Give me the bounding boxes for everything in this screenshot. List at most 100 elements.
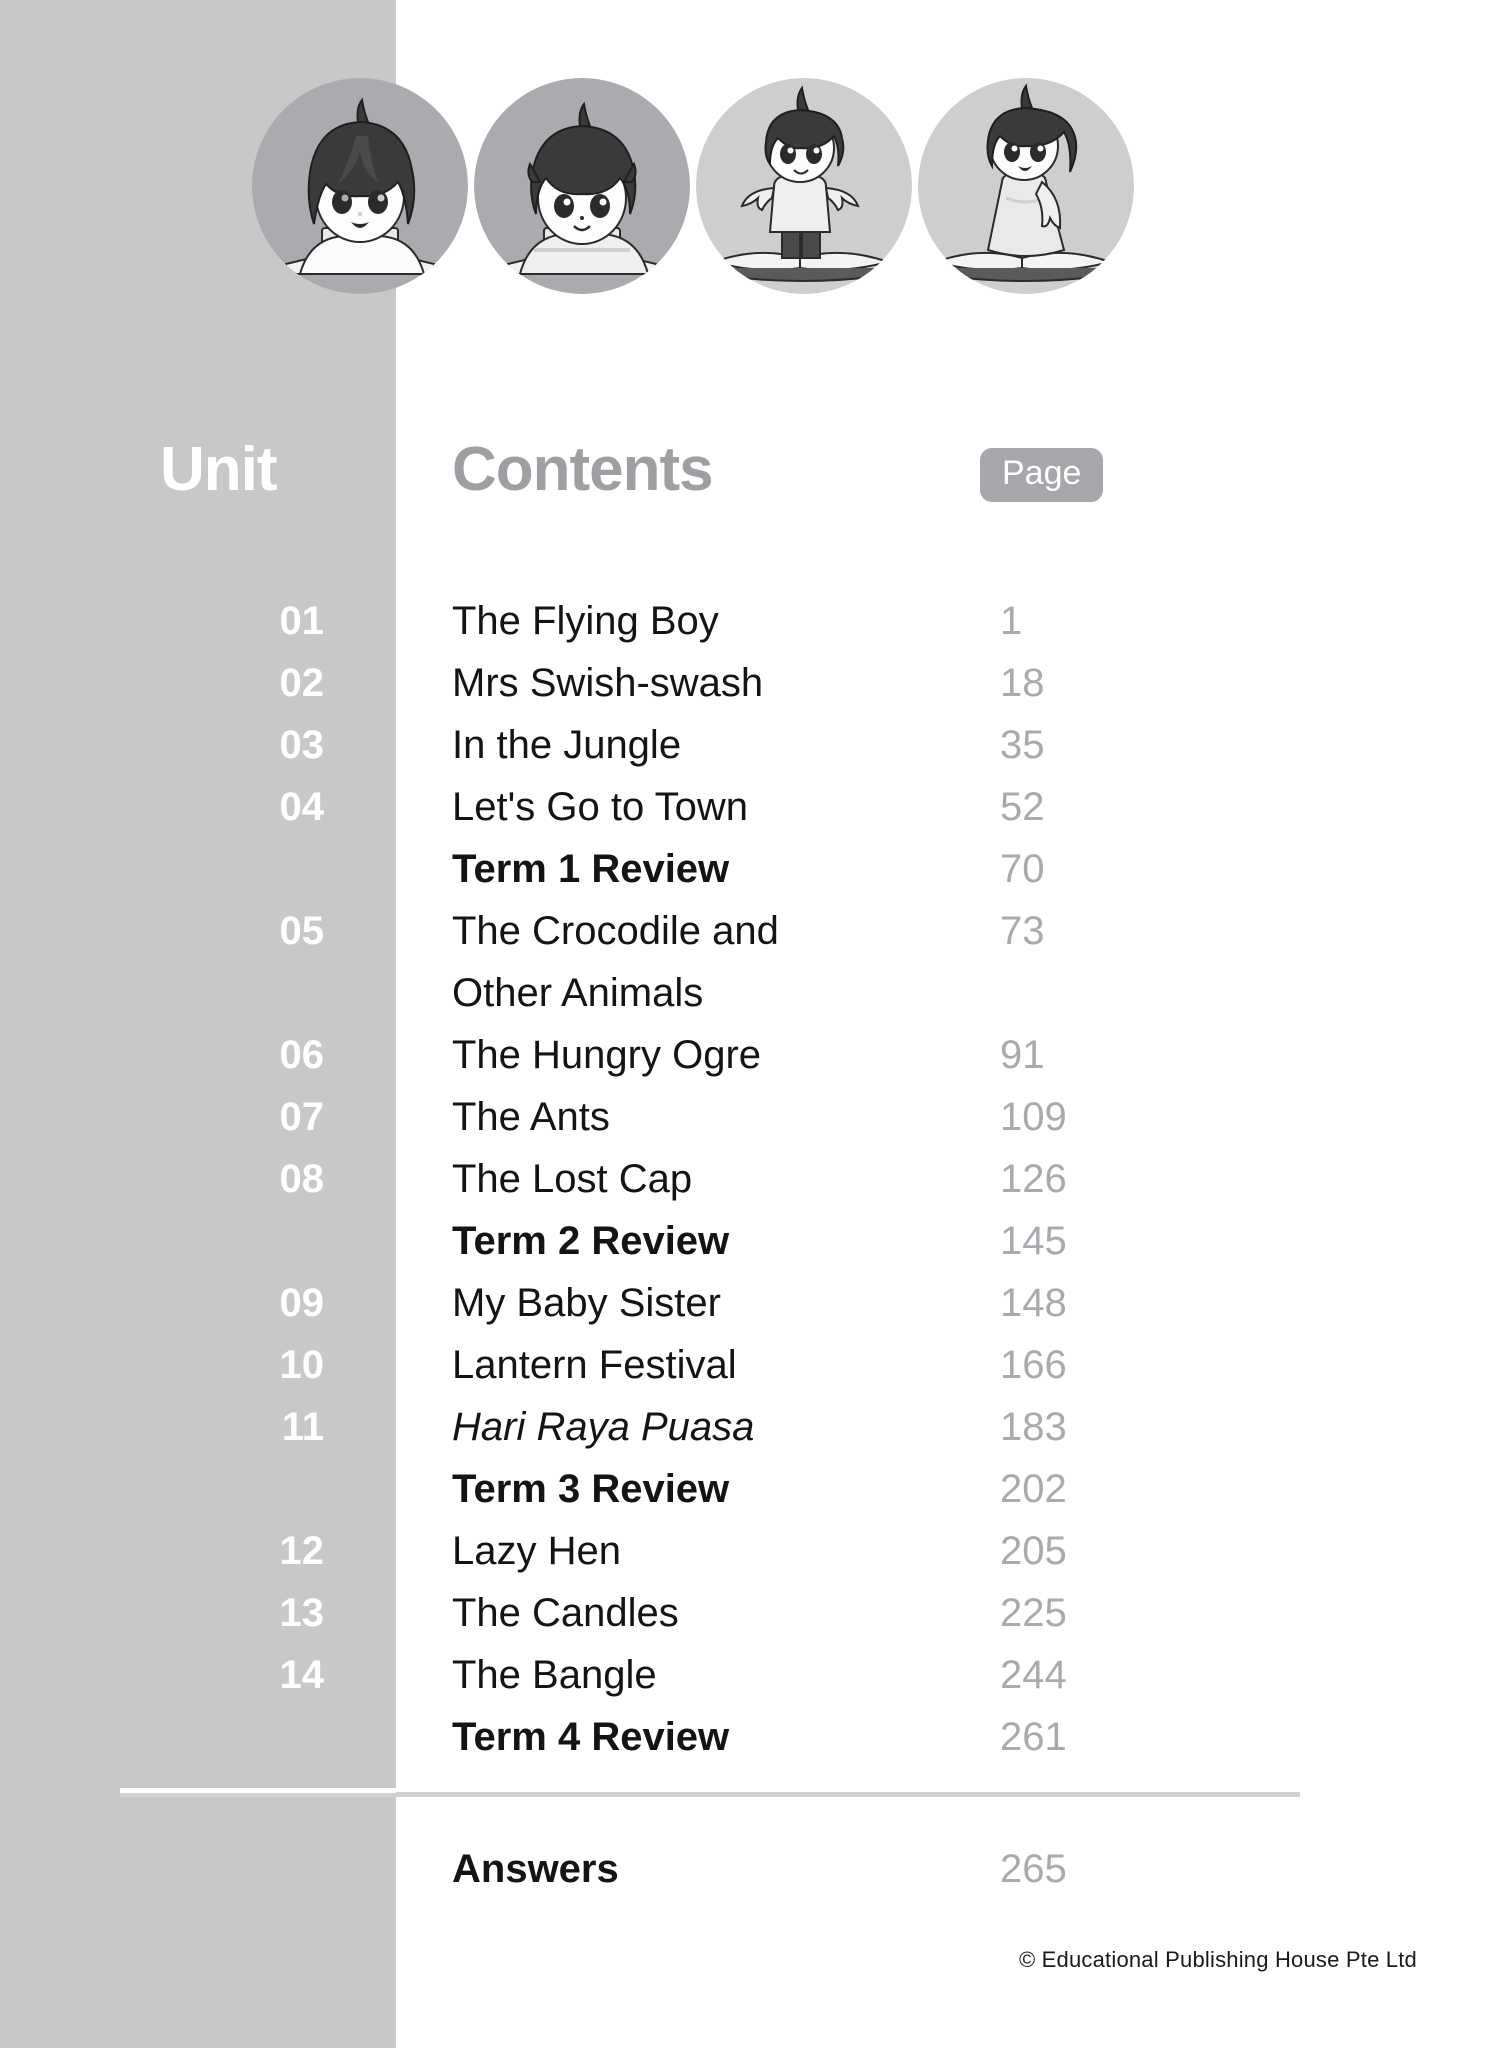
toc-unit-number: 13 xyxy=(279,1591,325,1635)
toc-unit-number: 08 xyxy=(279,1157,325,1201)
toc-entry-title-line1: Term 1 Review xyxy=(452,847,730,891)
toc-entry-title: In the Jungle xyxy=(452,714,972,776)
section-divider-highlight xyxy=(120,1788,396,1793)
toc-entry-title: The Crocodile and Other Animals xyxy=(452,900,972,1024)
page-title: Contents xyxy=(452,435,714,504)
toc-entry-title: Term 2 Review xyxy=(452,1210,972,1272)
toc-entry-title-line1: The Hungry Ogre xyxy=(452,1033,762,1077)
toc-unit-number: 06 xyxy=(279,1033,325,1077)
toc-row: 13 The Candles 225 xyxy=(0,1582,1497,1644)
copyright-notice: © Educational Publishing House Pte Ltd xyxy=(1018,1947,1417,1972)
toc-entry-title: Term 3 Review xyxy=(452,1458,972,1520)
toc-row: 06 The Hungry Ogre 91 xyxy=(0,1024,1497,1086)
toc-page-number: 70 xyxy=(1000,847,1045,891)
toc-entry-title: The Candles xyxy=(452,1582,972,1644)
toc-entry-title-line1: The Ants xyxy=(452,1095,610,1139)
toc-entry-title-line1: The Candles xyxy=(452,1591,679,1635)
toc-row: Term 1 Review 70 xyxy=(0,838,1497,900)
toc-entry-title: The Bangle xyxy=(452,1644,972,1706)
toc-page-number: 261 xyxy=(1000,1715,1067,1759)
toc-page-number: 202 xyxy=(1000,1467,1067,1511)
toc-entry-title-line1: The Flying Boy xyxy=(452,599,719,643)
toc-page-number: 244 xyxy=(1000,1653,1067,1697)
toc-entry-title: Hari Raya Puasa xyxy=(452,1396,972,1458)
toc-unit-number: 01 xyxy=(279,599,325,643)
toc-entry-title-line1: The Bangle xyxy=(452,1653,657,1697)
toc-row: Term 4 Review 261 xyxy=(0,1706,1497,1768)
answers-row: Answers 265 xyxy=(0,1838,1497,1900)
toc-entry-title: Let's Go to Town xyxy=(452,776,972,838)
toc-row: 07 The Ants 109 xyxy=(0,1086,1497,1148)
toc-page-number: 205 xyxy=(1000,1529,1067,1573)
toc-entry-title-line1: Hari Raya Puasa xyxy=(452,1405,755,1449)
answers-label: Answers xyxy=(452,1847,619,1891)
toc-page-number: 145 xyxy=(1000,1219,1067,1263)
toc-entry-title-line1: In the Jungle xyxy=(452,723,682,767)
toc-page-number: 35 xyxy=(1000,723,1045,767)
avatar-girl-kneeling-on-book xyxy=(918,78,1134,294)
toc-page-number: 18 xyxy=(1000,661,1045,705)
header-unit-label: Unit xyxy=(160,435,278,504)
toc-entry-title: The Ants xyxy=(452,1086,972,1148)
toc-row: Term 3 Review 202 xyxy=(0,1458,1497,1520)
toc-entry-title-line1: The Crocodile and xyxy=(452,909,779,953)
toc-entry-title: Lantern Festival xyxy=(452,1334,972,1396)
toc-entry-title: My Baby Sister xyxy=(452,1272,972,1334)
toc-entry-title: The Flying Boy xyxy=(452,590,972,652)
toc-entry-title-line1: Lantern Festival xyxy=(452,1343,737,1387)
toc-entry-title-line1: Lazy Hen xyxy=(452,1529,621,1573)
toc-entry-title: Term 1 Review xyxy=(452,838,972,900)
toc-row: 14 The Bangle 244 xyxy=(0,1644,1497,1706)
toc-entry-title-line2: Other Animals xyxy=(452,971,704,1015)
toc-row: 04 Let's Go to Town 52 xyxy=(0,776,1497,838)
toc-entry-title-line1: Term 2 Review xyxy=(452,1219,730,1263)
table-of-contents: 01 The Flying Boy 1 02 Mrs Swish-swash 18 03 In… xyxy=(0,590,1497,1768)
toc-page-number: 1 xyxy=(1000,599,1023,643)
toc-entry-title: Term 4 Review xyxy=(452,1706,972,1768)
toc-row: Term 2 Review 145 xyxy=(0,1210,1497,1272)
toc-page-number: 166 xyxy=(1000,1343,1067,1387)
toc-entry-title: Mrs Swish-swash xyxy=(452,652,972,714)
toc-unit-number: 12 xyxy=(279,1529,325,1573)
toc-unit-number: 07 xyxy=(279,1095,325,1139)
toc-row: 02 Mrs Swish-swash 18 xyxy=(0,652,1497,714)
toc-row: 01 The Flying Boy 1 xyxy=(0,590,1497,652)
toc-row: 11 Hari Raya Puasa 183 xyxy=(0,1396,1497,1458)
toc-entry-title-line1: Mrs Swish-swash xyxy=(452,661,764,705)
toc-entry-title-line1: Term 3 Review xyxy=(452,1467,730,1511)
illustration-strip xyxy=(252,78,1372,318)
answers-page-number: 265 xyxy=(1000,1847,1067,1891)
toc-row: 05 The Crocodile and Other Animals 73 xyxy=(0,900,1497,1024)
toc-entry-title-line1: My Baby Sister xyxy=(452,1281,721,1325)
toc-entry-title: The Hungry Ogre xyxy=(452,1024,972,1086)
toc-row: 10 Lantern Festival 166 xyxy=(0,1334,1497,1396)
toc-row: 12 Lazy Hen 205 xyxy=(0,1520,1497,1582)
toc-row: 03 In the Jungle 35 xyxy=(0,714,1497,776)
avatar-girl-reading-at-desk xyxy=(252,78,468,294)
toc-unit-number: 09 xyxy=(279,1281,325,1325)
toc-page-number: 52 xyxy=(1000,785,1045,829)
toc-unit-number: 03 xyxy=(279,723,325,767)
toc-page-number: 148 xyxy=(1000,1281,1067,1325)
toc-unit-number: 04 xyxy=(279,785,325,829)
toc-entry-title: Lazy Hen xyxy=(452,1520,972,1582)
toc-page-number: 73 xyxy=(1000,909,1045,953)
toc-header-row: Unit Contents Page xyxy=(0,432,1497,538)
toc-row: 09 My Baby Sister 148 xyxy=(0,1272,1497,1334)
toc-entry-title-line1: The Lost Cap xyxy=(452,1157,693,1201)
toc-row: 08 The Lost Cap 126 xyxy=(0,1148,1497,1210)
avatar-boy-writing-at-desk xyxy=(474,78,690,294)
toc-unit-number: 10 xyxy=(279,1343,325,1387)
toc-entry-title-line1: Let's Go to Town xyxy=(452,785,748,829)
toc-entry-title-line1: Term 4 Review xyxy=(452,1715,730,1759)
avatar-boy-standing-on-book xyxy=(696,78,912,294)
toc-entry-title: The Lost Cap xyxy=(452,1148,972,1210)
toc-unit-number: 11 xyxy=(281,1405,324,1449)
toc-page-number: 109 xyxy=(1000,1095,1067,1139)
toc-page-number: 91 xyxy=(1000,1033,1045,1077)
toc-unit-number: 14 xyxy=(279,1653,325,1697)
toc-page-number: 225 xyxy=(1000,1591,1067,1635)
toc-page-number: 126 xyxy=(1000,1157,1067,1201)
toc-unit-number: 02 xyxy=(279,661,325,705)
toc-unit-number: 05 xyxy=(279,909,325,953)
